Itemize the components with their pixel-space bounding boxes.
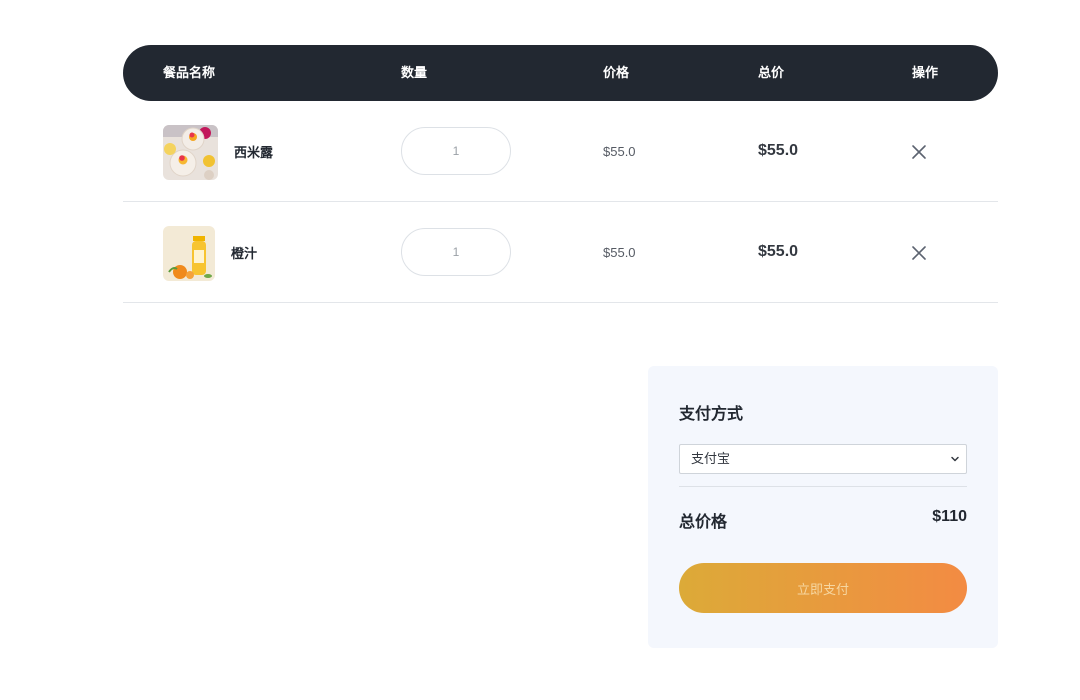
cart-row: 橙汁 $55.0 $55.0 <box>123 202 998 303</box>
line-total: $55.0 <box>758 243 799 260</box>
column-header-action: 操作 <box>912 65 939 80</box>
sago-dessert-photo <box>163 125 218 180</box>
remove-item-button[interactable] <box>909 142 929 162</box>
quantity-input[interactable] <box>401 228 511 276</box>
payment-method-value: 支付宝 <box>691 451 731 466</box>
cart-table: 餐品名称 数量 价格 总价 操作 西米露 $55.0 <box>123 45 998 303</box>
item-name: 西米露 <box>234 145 274 160</box>
unit-price: $55.0 <box>603 245 636 260</box>
chevron-down-icon <box>951 456 959 462</box>
column-header-total: 总价 <box>758 65 785 80</box>
close-icon <box>912 246 926 260</box>
column-header-quantity: 数量 <box>401 65 428 80</box>
unit-price: $55.0 <box>603 144 636 159</box>
close-icon <box>912 145 926 159</box>
pay-now-button[interactable]: 立即支付 <box>679 563 967 613</box>
payment-method-select[interactable]: 支付宝 <box>679 444 967 474</box>
total-price-value: $110 <box>932 508 967 525</box>
divider <box>679 486 967 487</box>
line-total: $55.0 <box>758 142 799 159</box>
orange-juice-photo <box>163 226 215 281</box>
item-name: 橙汁 <box>231 246 258 261</box>
cart-row: 西米露 $55.0 $55.0 <box>123 101 998 202</box>
payment-method-title: 支付方式 <box>679 406 744 423</box>
remove-item-button[interactable] <box>909 243 929 263</box>
cart-table-header: 餐品名称 数量 价格 总价 操作 <box>123 45 998 101</box>
quantity-input[interactable] <box>401 127 511 175</box>
column-header-name: 餐品名称 <box>163 65 216 80</box>
column-header-price: 价格 <box>603 65 630 80</box>
total-price-label: 总价格 <box>679 514 728 531</box>
payment-panel: 支付方式 支付宝 总价格 $110 立即支付 <box>648 366 998 648</box>
